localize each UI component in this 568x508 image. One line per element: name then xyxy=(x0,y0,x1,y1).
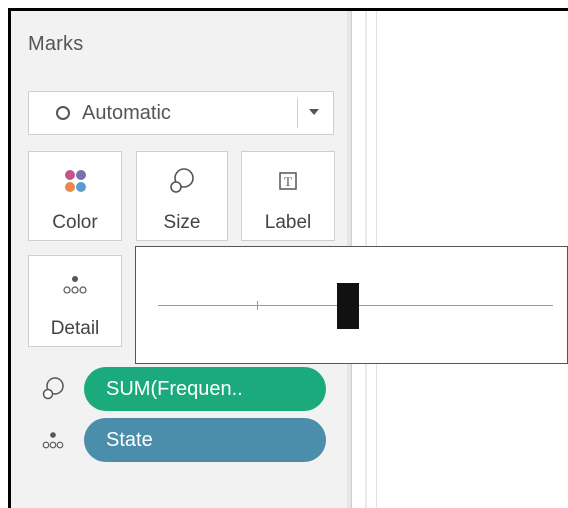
pill-label: SUM(Frequen.. xyxy=(106,377,243,400)
size-lasso-icon[interactable] xyxy=(40,376,66,402)
svg-text:T: T xyxy=(284,174,292,189)
color-dots-icon xyxy=(29,166,121,196)
color-button[interactable]: Color xyxy=(28,151,122,241)
size-slider-handle[interactable] xyxy=(336,283,359,329)
detail-button[interactable]: Detail xyxy=(28,255,122,347)
mark-type-label: Automatic xyxy=(82,101,171,124)
marks-card-title: Marks xyxy=(28,33,84,55)
chevron-down-icon[interactable] xyxy=(309,109,319,115)
color-label: Color xyxy=(52,212,98,233)
circle-icon xyxy=(56,106,70,120)
size-slider-tick xyxy=(257,301,258,310)
state-pill[interactable]: State xyxy=(84,418,326,462)
size-label: Size xyxy=(163,212,201,233)
size-slider-popup xyxy=(135,246,568,364)
label-label: Label xyxy=(264,212,312,233)
pill-label: State xyxy=(106,428,153,451)
size-button[interactable]: Size xyxy=(136,151,228,241)
sum-frequency-pill[interactable]: SUM(Frequen.. xyxy=(84,367,326,411)
text-label-icon: T xyxy=(242,166,334,196)
detail-dots-icon[interactable] xyxy=(40,427,66,453)
mark-type-dropdown[interactable]: Automatic xyxy=(28,91,334,135)
label-button[interactable]: T Label xyxy=(241,151,335,241)
dropdown-separator xyxy=(297,98,298,128)
size-lasso-icon xyxy=(137,166,227,196)
detail-dots-icon xyxy=(29,270,121,300)
detail-label: Detail xyxy=(50,318,100,339)
